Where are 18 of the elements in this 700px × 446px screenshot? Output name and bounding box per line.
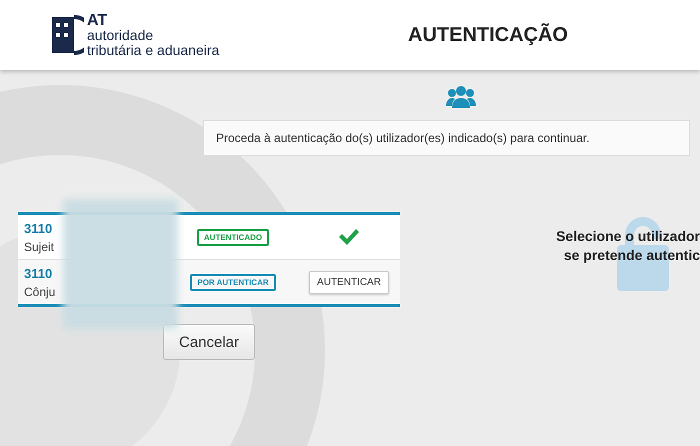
status-badge: AUTENTICADO (196, 228, 270, 246)
user-role: Cônju (24, 284, 56, 298)
authenticate-button[interactable]: AUTENTICAR (309, 270, 389, 294)
hint-text: se pretende autentic (564, 246, 700, 265)
hint-text: Selecione o utilizador (556, 227, 700, 246)
user-number: 3110 (24, 220, 54, 236)
check-icon (338, 228, 360, 246)
logo-text: autoridade (87, 28, 154, 42)
logo-emblem-icon (50, 13, 84, 57)
user-number: 3110 (24, 266, 54, 280)
user-role: Sujeit (24, 240, 56, 254)
users-icon (446, 84, 476, 110)
page-title: AUTENTICAÇÃO (408, 24, 568, 46)
status-badge: POR AUTENTICAR (190, 274, 276, 290)
logo-text: tributária e aduaneira (87, 42, 220, 58)
logo-abbreviation: AT (87, 12, 108, 28)
info-message: Proceda à autenticação do(s) utilizador(es) indicado(s) para continuar. (203, 120, 690, 156)
cancel-button[interactable]: Cancelar (163, 324, 255, 360)
